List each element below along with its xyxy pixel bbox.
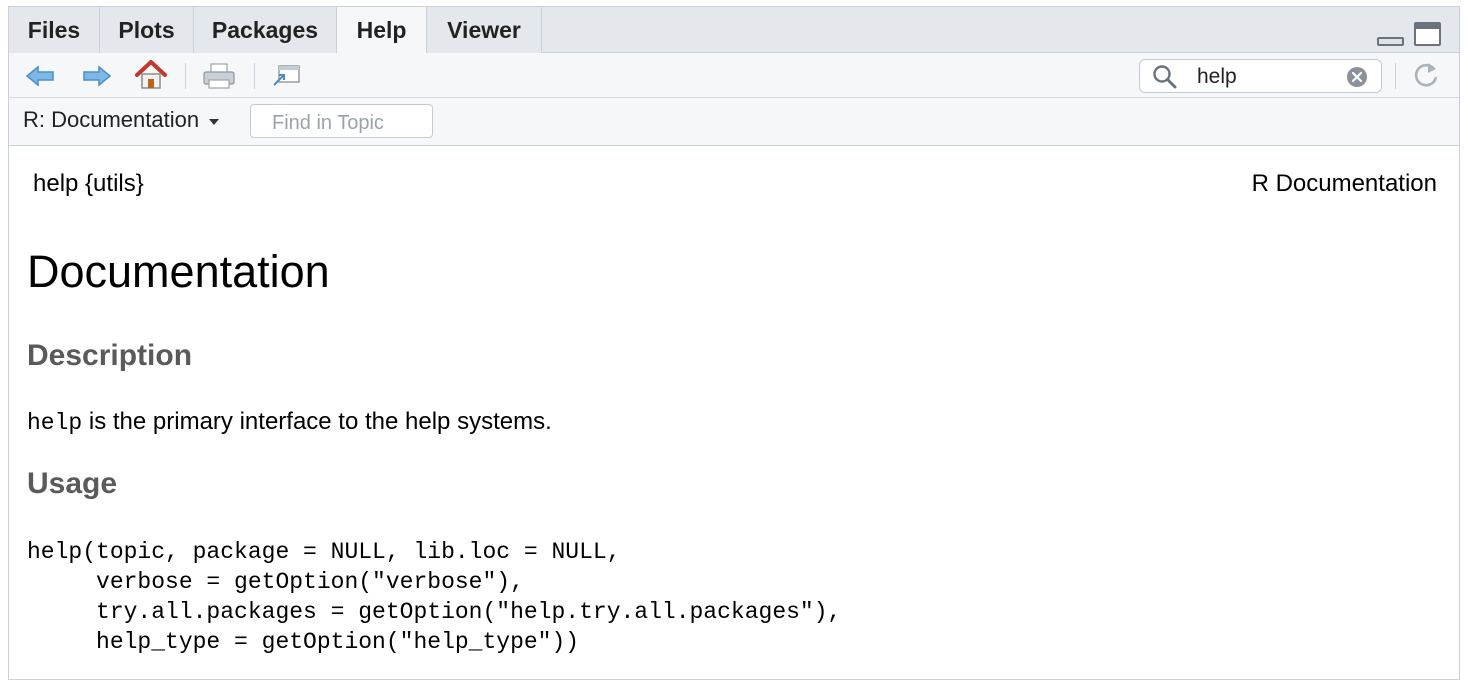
- chevron-down-icon: [209, 118, 220, 125]
- refresh-icon[interactable]: [1411, 61, 1441, 89]
- topic-bar: R: Documentation: [9, 98, 1459, 146]
- open-in-window-icon[interactable]: [271, 62, 301, 90]
- maximize-pane-button[interactable]: [1414, 22, 1441, 46]
- description-body: is the primary interface to the help sys…: [82, 408, 552, 435]
- help-content: help {utils} R Documentation Documentati…: [9, 146, 1459, 679]
- tab-packages[interactable]: Packages: [194, 7, 337, 53]
- page-title: Documentation: [27, 246, 330, 297]
- toolbar-divider: [1395, 63, 1396, 89]
- search-input[interactable]: help: [1197, 65, 1237, 89]
- help-pane: Files Plots Packages Help Viewer help R:…: [8, 6, 1460, 680]
- tab-help[interactable]: Help: [337, 7, 427, 54]
- tab-files[interactable]: Files: [9, 7, 100, 53]
- usage-code-block: help(topic, package = NULL, lib.loc = NU…: [27, 539, 842, 655]
- description-code: help: [27, 410, 83, 436]
- search-icon: [1152, 64, 1178, 95]
- doc-header-left: help {utils}: [33, 170, 144, 197]
- tab-bar: Files Plots Packages Help Viewer: [9, 7, 1459, 54]
- tab-viewer[interactable]: Viewer: [427, 7, 542, 53]
- toolbar-divider: [254, 63, 255, 89]
- topic-dropdown[interactable]: R: Documentation: [23, 107, 220, 133]
- minimize-pane-button[interactable]: [1377, 37, 1404, 46]
- clear-icon[interactable]: [1346, 66, 1368, 93]
- topic-dropdown-label: R: Documentation: [23, 107, 200, 132]
- description-text: help is the primary interface to the hel…: [27, 408, 552, 436]
- usage-heading: Usage: [27, 467, 118, 500]
- description-heading: Description: [27, 339, 193, 372]
- doc-header-right: R Documentation: [1251, 170, 1437, 197]
- print-icon[interactable]: [202, 62, 236, 90]
- forward-arrow-icon[interactable]: [82, 62, 112, 90]
- help-search-box[interactable]: help: [1139, 59, 1382, 93]
- help-toolbar: help: [9, 53, 1459, 98]
- find-in-topic-input[interactable]: [250, 104, 433, 138]
- back-arrow-icon[interactable]: [25, 62, 55, 90]
- toolbar-divider: [185, 63, 186, 89]
- home-icon[interactable]: [134, 59, 168, 91]
- tab-plots[interactable]: Plots: [100, 7, 194, 53]
